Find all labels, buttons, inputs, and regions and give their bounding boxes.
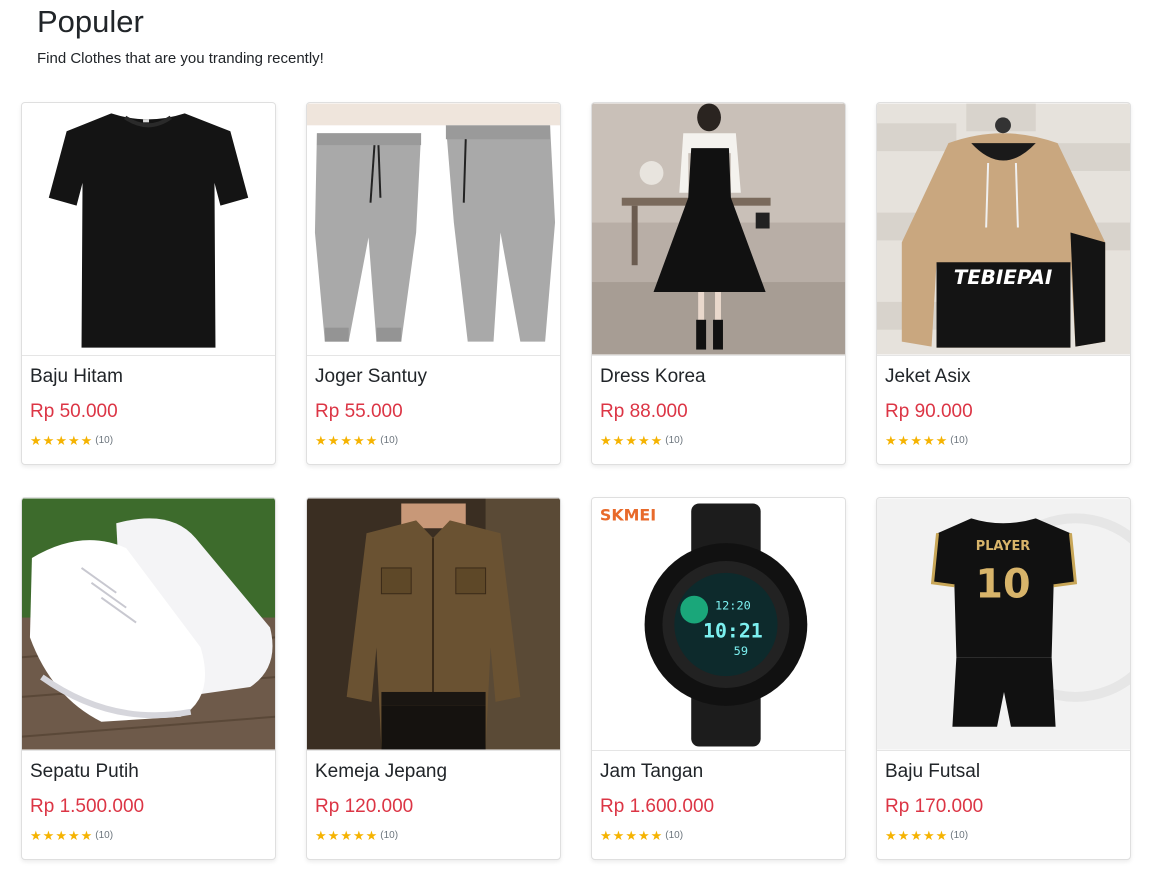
star-icon: ★: [30, 432, 42, 448]
rating-count: (10): [95, 829, 114, 841]
section-title: Populer: [37, 4, 144, 39]
star-icon: ★: [55, 432, 67, 448]
star-icon: ★: [600, 827, 612, 843]
star-icon: ★: [910, 432, 922, 448]
product-name[interactable]: Sepatu Putih: [30, 761, 267, 784]
rating-count: (10): [380, 434, 399, 446]
rating-count: (10): [95, 434, 114, 446]
product-rating: ★ ★ ★ ★ ★ (10): [315, 434, 552, 447]
star-icon: ★: [352, 827, 365, 843]
star-icon: ★: [650, 827, 663, 843]
product-card-dress-korea[interactable]: Dress Korea Rp 88.000 ★ ★ ★ ★ ★ (10): [591, 102, 846, 465]
star-icon: ★: [600, 432, 612, 448]
star-icon: ★: [340, 827, 352, 843]
product-image-white-sneakers[interactable]: [22, 498, 275, 751]
product-name[interactable]: Baju Futsal: [885, 761, 1122, 784]
jersey-number-print: 10: [975, 562, 1030, 608]
product-rating: ★ ★ ★ ★ ★ (10): [30, 434, 267, 447]
star-icon: ★: [637, 827, 650, 843]
star-icon: ★: [885, 827, 897, 843]
product-price: Rp 50.000: [30, 400, 118, 422]
star-icon: ★: [327, 827, 340, 843]
product-price: Rp 1.500.000: [30, 795, 145, 817]
star-icon: ★: [922, 432, 935, 448]
product-card-jeket-asix[interactable]: TEBIEPAI Jeket Asix Rp 90.000 ★ ★ ★ ★ ★ (10): [876, 102, 1131, 465]
star-icon: ★: [30, 827, 42, 843]
star-icon: ★: [612, 432, 625, 448]
product-card-baju-hitam[interactable]: Baju Hitam Rp 50.000 ★ ★ ★ ★ ★ (10): [21, 102, 276, 465]
product-name[interactable]: Jeket Asix: [885, 366, 1122, 389]
star-icon: ★: [935, 432, 948, 448]
product-price: Rp 120.000: [315, 795, 414, 817]
star-icon: ★: [42, 432, 55, 448]
rating-count: (10): [665, 434, 684, 446]
star-icon: ★: [67, 827, 80, 843]
star-icon: ★: [922, 827, 935, 843]
product-name[interactable]: Dress Korea: [600, 366, 837, 389]
product-price: Rp 55.000: [315, 400, 403, 422]
product-rating: ★ ★ ★ ★ ★ (10): [600, 434, 837, 447]
watch-brand-logo: SKMEI: [600, 505, 656, 524]
rating-count: (10): [950, 829, 969, 841]
star-icon: ★: [315, 432, 327, 448]
product-name[interactable]: Joger Santuy: [315, 366, 552, 389]
star-icon: ★: [42, 827, 55, 843]
star-icon: ★: [612, 827, 625, 843]
product-image-brown-shirt[interactable]: [307, 498, 560, 751]
product-price: Rp 170.000: [885, 795, 984, 817]
product-image-black-tshirt[interactable]: [22, 103, 275, 356]
product-image-hoodie-jacket[interactable]: TEBIEPAI: [877, 103, 1130, 356]
jersey-name-print: PLAYER: [976, 539, 1030, 554]
star-icon: ★: [637, 432, 650, 448]
star-icon: ★: [625, 827, 637, 843]
product-card-kemeja-jepang[interactable]: Kemeja Jepang Rp 120.000 ★ ★ ★ ★ ★ (10): [306, 497, 561, 860]
product-image-black-dress[interactable]: [592, 103, 845, 356]
star-icon: ★: [80, 432, 93, 448]
star-icon: ★: [315, 827, 327, 843]
product-name[interactable]: Baju Hitam: [30, 366, 267, 389]
star-icon: ★: [352, 432, 365, 448]
star-icon: ★: [365, 432, 378, 448]
product-rating: ★ ★ ★ ★ ★ (10): [600, 829, 837, 842]
section-subtitle: Find Clothes that are you tranding recen…: [37, 50, 324, 67]
rating-count: (10): [950, 434, 969, 446]
product-card-jam-tangan[interactable]: SKMEI 12:20 10:21 59 Jam Tangan Rp 1.600…: [591, 497, 846, 860]
product-rating: ★ ★ ★ ★ ★ (10): [885, 829, 1122, 842]
product-image-grey-jogger-pants[interactable]: [307, 103, 560, 356]
rating-count: (10): [380, 829, 399, 841]
star-icon: ★: [55, 827, 67, 843]
star-icon: ★: [327, 432, 340, 448]
star-icon: ★: [935, 827, 948, 843]
product-rating: ★ ★ ★ ★ ★ (10): [315, 829, 552, 842]
product-rating: ★ ★ ★ ★ ★ (10): [30, 829, 267, 842]
star-icon: ★: [910, 827, 922, 843]
product-grid: Baju Hitam Rp 50.000 ★ ★ ★ ★ ★ (10) Joge…: [21, 102, 1131, 860]
watch-top-readout: 12:20: [715, 599, 751, 613]
star-icon: ★: [80, 827, 93, 843]
product-image-futsal-jersey[interactable]: PLAYER 10: [877, 498, 1130, 751]
product-rating: ★ ★ ★ ★ ★ (10): [885, 434, 1122, 447]
star-icon: ★: [625, 432, 637, 448]
watch-time-readout: 10:21: [703, 619, 763, 642]
star-icon: ★: [897, 827, 910, 843]
product-card-joger-santuy[interactable]: Joger Santuy Rp 55.000 ★ ★ ★ ★ ★ (10): [306, 102, 561, 465]
star-icon: ★: [365, 827, 378, 843]
star-icon: ★: [897, 432, 910, 448]
product-card-sepatu-putih[interactable]: Sepatu Putih Rp 1.500.000 ★ ★ ★ ★ ★ (10): [21, 497, 276, 860]
product-price: Rp 1.600.000: [600, 795, 715, 817]
product-price: Rp 88.000: [600, 400, 688, 422]
product-name[interactable]: Jam Tangan: [600, 761, 837, 784]
hoodie-print-text: TEBIEPAI: [954, 266, 1053, 289]
product-image-sport-watch[interactable]: SKMEI 12:20 10:21 59: [592, 498, 845, 751]
product-price: Rp 90.000: [885, 400, 973, 422]
star-icon: ★: [885, 432, 897, 448]
watch-seconds-readout: 59: [734, 644, 748, 658]
star-icon: ★: [340, 432, 352, 448]
product-name[interactable]: Kemeja Jepang: [315, 761, 552, 784]
rating-count: (10): [665, 829, 684, 841]
star-icon: ★: [67, 432, 80, 448]
star-icon: ★: [650, 432, 663, 448]
product-card-baju-futsal[interactable]: PLAYER 10 Baju Futsal Rp 170.000 ★ ★ ★ ★ ★ (…: [876, 497, 1131, 860]
